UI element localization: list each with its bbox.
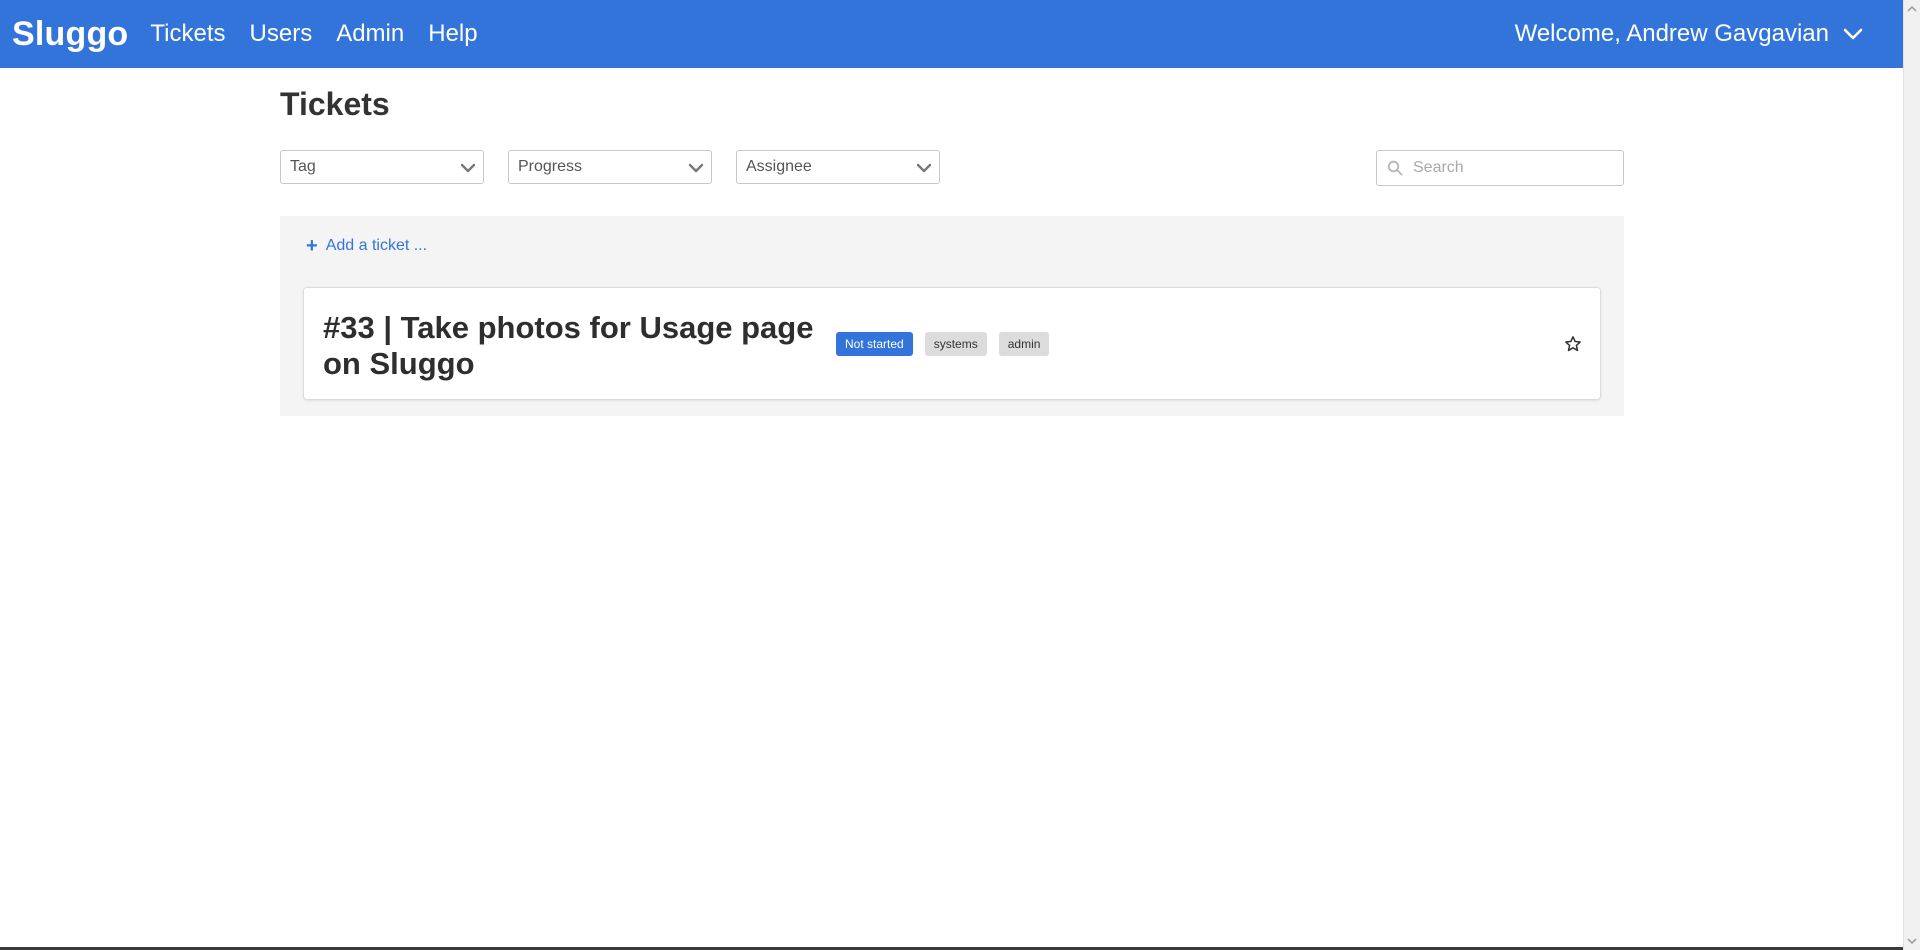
user-menu[interactable]: Welcome, Andrew Gavgavian: [1515, 20, 1863, 48]
tag-badge-admin: admin: [998, 332, 1050, 356]
nav-link-admin[interactable]: Admin: [336, 20, 404, 48]
top-navbar: Sluggo Tickets Users Admin Help Welcome,…: [0, 0, 1903, 68]
scroll-down-arrow-icon[interactable]: [1907, 936, 1917, 946]
welcome-text: Welcome, Andrew Gavgavian: [1514, 20, 1829, 47]
add-ticket-label: Add a ticket ...: [325, 237, 428, 254]
ticket-card[interactable]: #33 | Take photos for Usage page on Slug…: [303, 287, 1601, 400]
chevron-down-icon: [916, 163, 932, 173]
assignee-filter-label: Assignee: [746, 158, 812, 175]
vertical-scrollbar[interactable]: [1903, 0, 1920, 950]
star-icon[interactable]: [1564, 335, 1582, 353]
progress-filter-label: Progress: [518, 158, 583, 175]
search-icon: [1387, 160, 1403, 176]
tag-filter-label: Tag: [290, 158, 316, 175]
nav-link-users[interactable]: Users: [250, 20, 313, 48]
ticket-badges: Not started systems admin: [836, 332, 1061, 356]
plus-icon: +: [306, 235, 318, 257]
search-box: [1376, 150, 1624, 186]
nav-link-help[interactable]: Help: [428, 20, 477, 48]
nav-link-tickets[interactable]: Tickets: [150, 20, 225, 48]
status-badge: Not started: [836, 332, 913, 356]
ticket-title: #33 | Take photos for Usage page on Slug…: [323, 310, 814, 381]
tag-filter-select[interactable]: Tag: [280, 150, 484, 184]
assignee-filter-select[interactable]: Assignee: [736, 150, 940, 184]
add-ticket-link[interactable]: + Add a ticket ...: [306, 236, 427, 256]
tag-badge-systems: systems: [924, 332, 987, 356]
chevron-down-icon: [1843, 28, 1863, 40]
progress-filter-select[interactable]: Progress: [508, 150, 712, 184]
chevron-down-icon: [688, 163, 704, 173]
chevron-down-icon: [460, 163, 476, 173]
scroll-up-arrow-icon[interactable]: [1907, 4, 1917, 14]
ticket-list-panel: + Add a ticket ... #33 | Take photos for…: [280, 216, 1624, 416]
page-title: Tickets: [280, 86, 390, 122]
search-input[interactable]: [1413, 159, 1613, 177]
filter-bar: Tag Progress Assignee: [280, 146, 1624, 186]
main-content: Tickets Tag Progress Assignee Search + A…: [280, 68, 1624, 416]
brand-logo[interactable]: Sluggo: [12, 15, 128, 54]
app-page: Sluggo Tickets Users Admin Help Welcome,…: [0, 0, 1920, 950]
